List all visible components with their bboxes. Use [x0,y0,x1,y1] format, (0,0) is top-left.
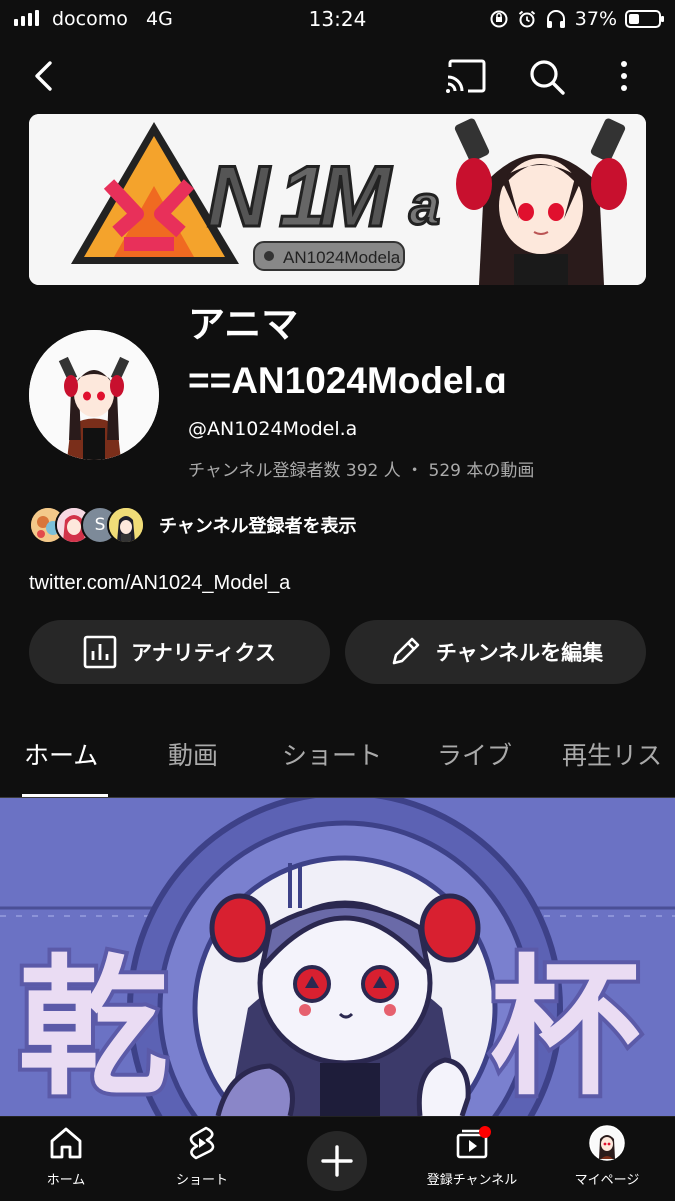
svg-text:N: N [207,149,271,245]
banner-logo-text: AN1024Modela [283,248,401,267]
create-button[interactable] [307,1131,367,1191]
channel-banner: N 1 M a AN1024Modela [29,114,646,285]
profile-avatar-icon [589,1125,625,1161]
analytics-label: アナリティクス [131,641,276,665]
channel-stats: チャンネル登録者数 392 人 ・ 529 本の動画 [188,461,535,481]
tab-playlists[interactable]: 再生リス [562,736,662,772]
featured-right-kanji: 杯 [490,942,640,1116]
pencil-icon [392,637,420,665]
analytics-button[interactable]: アナリティクス [29,620,330,684]
channel-title-line2: ==AN1024Model.ɑ [188,360,507,401]
cast-icon[interactable] [444,58,488,94]
subscriber-avatar-initial: S [94,515,106,535]
tab-shorts[interactable]: ショート [282,736,382,772]
view-subscribers-row[interactable]: S チャンネル登録者を表示 [29,506,356,544]
nav-you[interactable]: マイページ [547,1125,667,1188]
subscriber-avatar-4 [107,506,145,544]
search-icon[interactable] [528,58,566,96]
svg-text:M: M [319,149,393,245]
plus-icon [321,1145,353,1177]
tab-live[interactable]: ライブ [437,736,512,772]
home-icon [50,1127,82,1159]
channel-title: アニマ ==AN1024Model.ɑ [188,302,507,404]
channel-handle: @AN1024Model.a [188,418,358,440]
alarm-icon [518,10,535,28]
nav-you-label: マイページ [574,1173,640,1188]
external-link[interactable]: twitter.com/AN1024_Model_a [29,572,290,595]
subscriptions-icon [456,1126,491,1159]
nav-home[interactable]: ホーム [6,1125,126,1188]
shorts-icon [189,1126,215,1160]
featured-video-thumbnail[interactable]: 乾 杯 [0,798,675,1116]
tab-videos[interactable]: 動画 [168,736,218,772]
nav-home-label: ホーム [46,1173,86,1188]
nav-shorts-label: ショート [175,1173,228,1188]
battery-icon [625,10,664,28]
headphones-icon [546,10,565,28]
nav-subscriptions-label: 登録チャンネル [426,1173,518,1188]
nav-shorts[interactable]: ショート [142,1125,262,1188]
battery-percent: 37% [574,8,617,30]
channel-tabs: ホーム 動画 ショート ライブ 再生リス [0,722,675,798]
bottom-navigation: ホーム ショート 登録チャンネル マイページ [0,1116,675,1201]
featured-left-kanji: 乾 [18,942,168,1116]
tab-home[interactable]: ホーム [24,736,98,772]
channel-avatar[interactable] [29,330,159,460]
orientation-lock-icon [490,10,508,28]
view-subscribers-label[interactable]: チャンネル登録者を表示 [159,512,356,538]
edit-channel-button[interactable]: チャンネルを編集 [345,620,646,684]
nav-subscriptions[interactable]: 登録チャンネル [412,1125,532,1188]
svg-text:a: a [409,173,440,236]
channel-title-line1: アニマ [188,304,299,345]
more-vert-icon[interactable] [614,58,634,94]
status-bar: docomo 4G 13:24 37% [0,0,675,40]
analytics-icon [83,635,117,669]
edit-channel-label: チャンネルを編集 [435,641,604,665]
back-arrow-icon[interactable] [28,58,58,94]
